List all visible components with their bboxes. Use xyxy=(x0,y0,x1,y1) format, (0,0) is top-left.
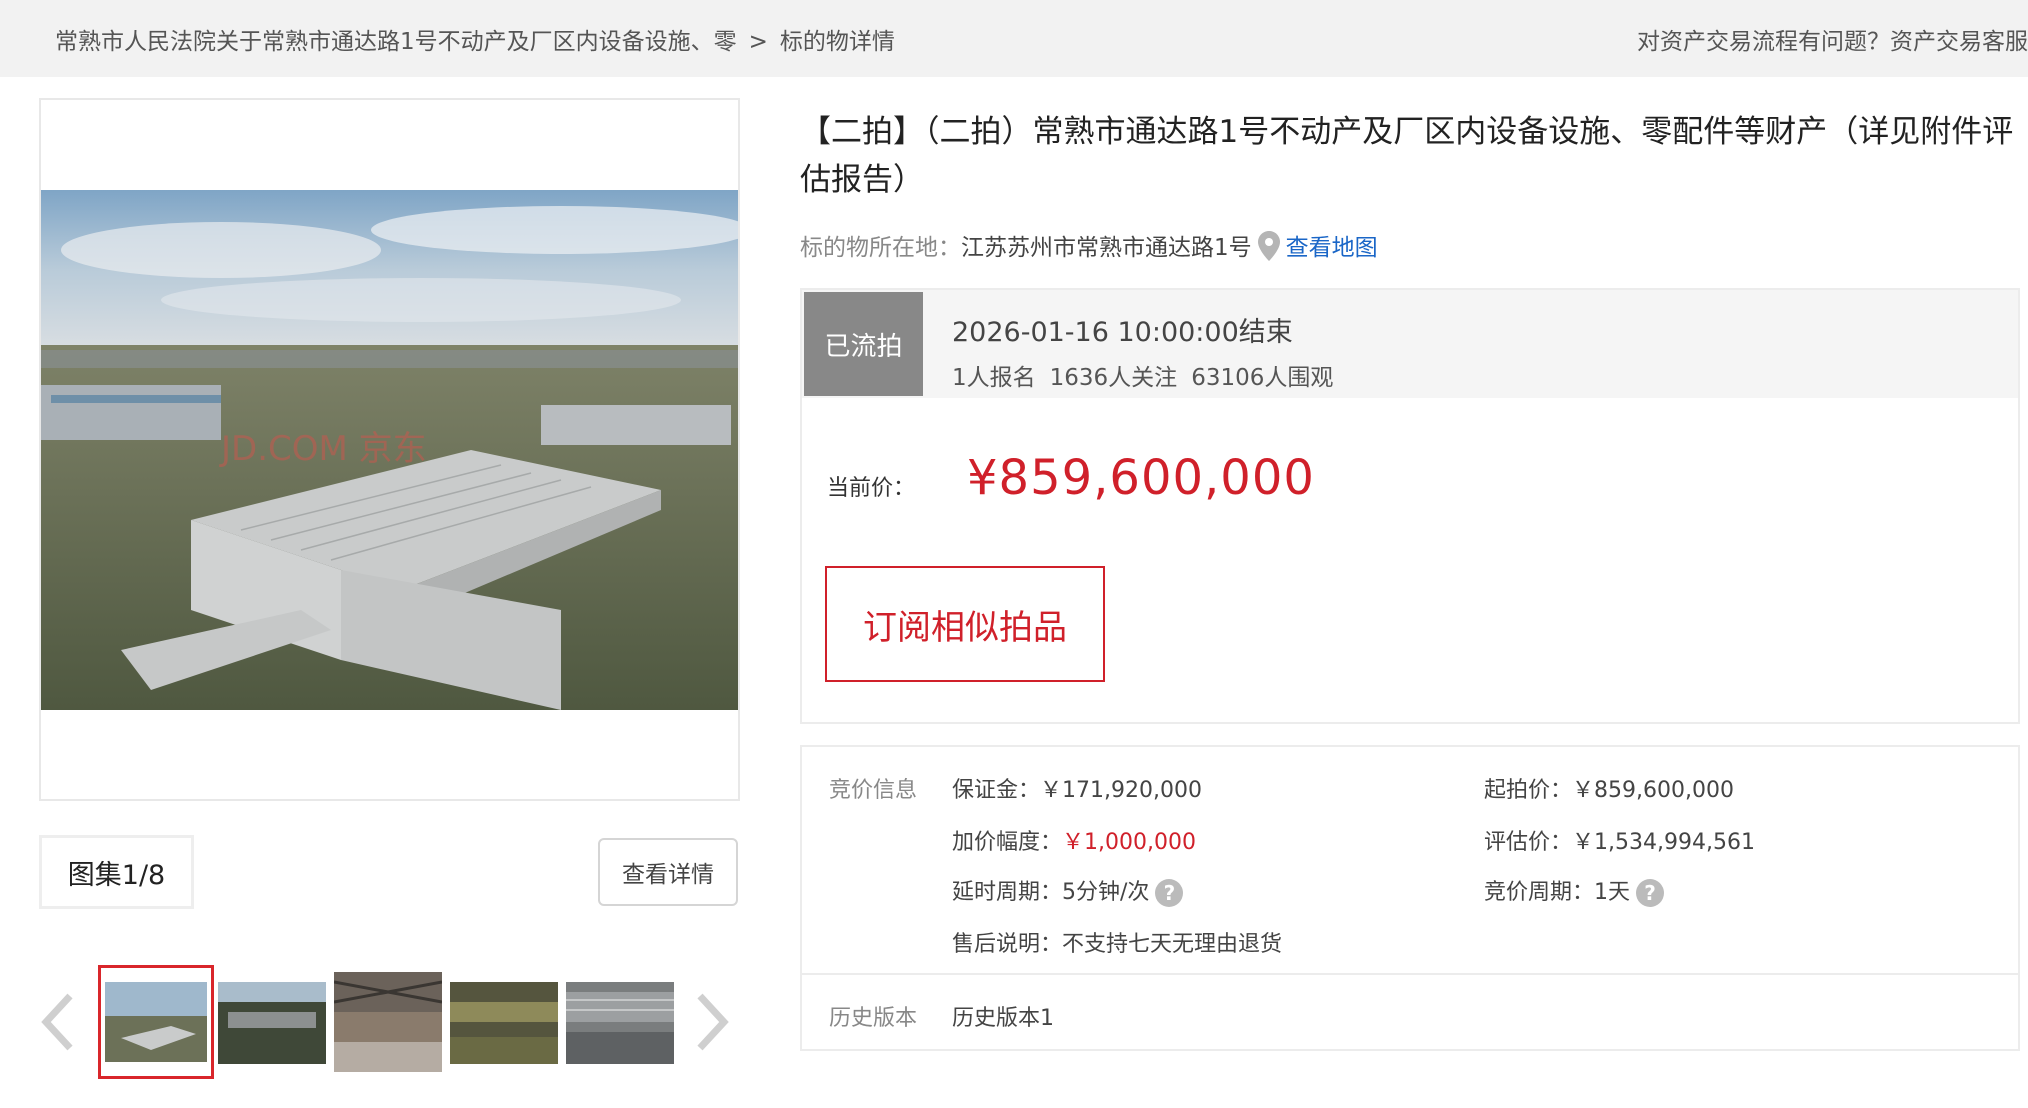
subscribe-similar-button[interactable]: 订阅相似拍品 xyxy=(825,566,1105,682)
help-question-icon[interactable]: ? xyxy=(1155,879,1184,907)
current-price-value: ¥859,600,000 xyxy=(967,450,1315,506)
appraisal-value: ￥1,534,994,561 xyxy=(1572,830,1755,855)
current-price-label: 当前价： xyxy=(827,476,916,501)
increment-label: 加价幅度： xyxy=(952,830,1063,855)
signup-count: 1人报名 xyxy=(952,365,1036,391)
deposit-value: ￥171,920,000 xyxy=(1040,778,1202,803)
delay-value: 5分钟/次 xyxy=(1062,880,1150,905)
gallery-counter: 图集1/8 xyxy=(39,835,194,909)
main-image-frame: JD.COM 京东 xyxy=(39,98,740,801)
breadcrumb-separator: > xyxy=(748,29,768,55)
deposit-row: 保证金：￥171,920,000 xyxy=(952,772,1202,804)
viewer-count: 63106人围观 xyxy=(1191,365,1334,391)
start-price-value: ￥859,600,000 xyxy=(1572,778,1734,803)
delay-label: 延时周期： xyxy=(952,880,1063,905)
thumbnail-3[interactable] xyxy=(334,972,442,1072)
top-bar: 常熟市人民法院关于常熟市通达路1号不动产及厂区内设备设施、零 > 标的物详情 对资产… xyxy=(0,0,2028,77)
cycle-row: 竞价周期：1天? xyxy=(1484,874,1665,907)
location-label: 标的物所在地： xyxy=(800,235,961,261)
info-divider xyxy=(802,973,2018,975)
main-product-image[interactable]: JD.COM 京东 xyxy=(41,190,738,710)
delay-row: 延时周期：5分钟/次? xyxy=(952,874,1184,907)
thumbnail-prev-arrow-icon[interactable] xyxy=(38,990,78,1054)
increment-value: ￥1,000,000 xyxy=(1062,830,1196,855)
thumbnail-next-arrow-icon[interactable] xyxy=(692,990,732,1054)
after-sale-value: 不支持七天无理由退货 xyxy=(1062,932,1283,957)
help-link[interactable]: 对资产交易流程有问题？资产交易客服 xyxy=(1637,22,2028,56)
auction-status-panel: 已流拍 2026-01-16 10:00:00结束 1人报名 1636人关注 631… xyxy=(800,288,2020,724)
start-price-label: 起拍价： xyxy=(1484,778,1573,803)
thumbnail-2[interactable] xyxy=(218,982,326,1064)
appraisal-row: 评估价：￥1,534,994,561 xyxy=(1484,824,1755,856)
thumbnail-1[interactable] xyxy=(98,965,214,1079)
map-pin-icon xyxy=(1257,230,1280,267)
thumbnail-5[interactable] xyxy=(566,982,674,1064)
history-label: 历史版本 xyxy=(829,1006,918,1031)
bid-info-panel: 竞价信息 保证金：￥171,920,000 起拍价：￥859,600,000 加… xyxy=(800,745,2020,1051)
breadcrumb-current: 标的物详情 xyxy=(779,29,895,55)
breadcrumb: 常熟市人民法院关于常熟市通达路1号不动产及厂区内设备设施、零 > 标的物详情 xyxy=(55,22,895,56)
appraisal-label: 评估价： xyxy=(1484,830,1573,855)
location-line: 标的物所在地：江苏苏州市常熟市通达路1号 查看地图 xyxy=(800,228,1378,267)
bid-info-label: 竞价信息 xyxy=(829,778,918,803)
help-question-icon[interactable]: ? xyxy=(1636,879,1665,907)
after-sale-label: 售后说明： xyxy=(952,932,1063,957)
history-version-link[interactable]: 历史版本1 xyxy=(952,1000,1054,1032)
status-header: 已流拍 2026-01-16 10:00:00结束 1人报名 1636人关注 631… xyxy=(802,290,2018,398)
watermark-text: JD.COM 京东 xyxy=(219,429,427,469)
follower-count: 1636人关注 xyxy=(1049,365,1178,391)
view-map-link[interactable]: 查看地图 xyxy=(1286,235,1378,261)
auction-stats: 1人报名 1636人关注 63106人围观 xyxy=(952,358,1347,392)
auction-title: 【二拍】（二拍）常熟市通达路1号不动产及厂区内设备设施、零配件等财产（详见附件评… xyxy=(800,114,2014,198)
status-badge: 已流拍 xyxy=(804,292,923,396)
view-detail-button[interactable]: 查看详情 xyxy=(598,838,738,906)
cycle-value: 1天 xyxy=(1594,880,1631,905)
breadcrumb-parent-link[interactable]: 常熟市人民法院关于常熟市通达路1号不动产及厂区内设备设施、零 xyxy=(55,29,737,55)
increment-row: 加价幅度：￥1,000,000 xyxy=(952,824,1196,856)
cycle-label: 竞价周期： xyxy=(1484,880,1595,905)
deposit-label: 保证金： xyxy=(952,778,1041,803)
location-address: 江苏苏州市常熟市通达路1号 xyxy=(961,235,1252,261)
thumbnail-4[interactable] xyxy=(450,982,558,1064)
after-sale-row: 售后说明：不支持七天无理由退货 xyxy=(952,926,1282,958)
start-price-row: 起拍价：￥859,600,000 xyxy=(1484,772,1734,804)
end-time: 2026-01-16 10:00:00结束 xyxy=(952,317,1293,348)
